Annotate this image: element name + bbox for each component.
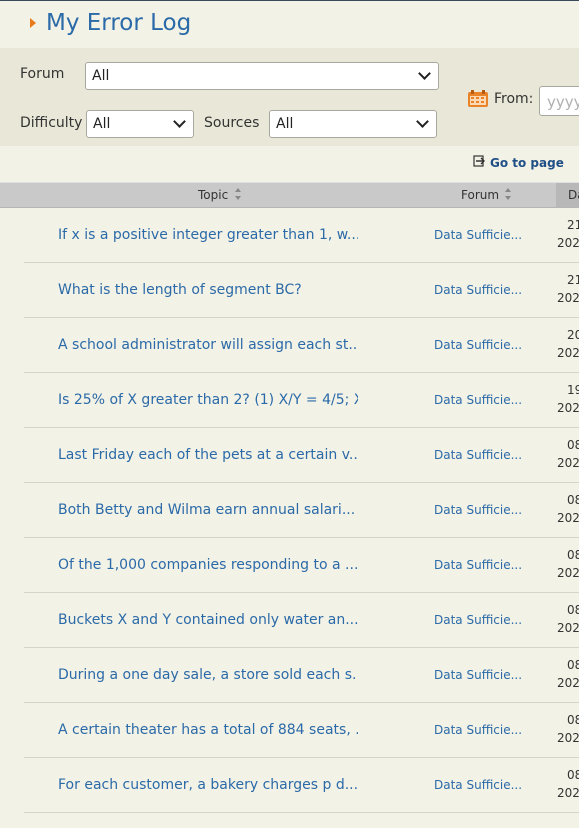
date-day: 21: [567, 273, 579, 287]
row-divider: [24, 812, 579, 813]
date-year: 202: [557, 566, 579, 580]
topic-link[interactable]: Buckets X and Y contained only water an.…: [58, 612, 358, 628]
date-day: 08: [567, 548, 579, 562]
table-row: Of the 1,000 companies responding to a .…: [0, 538, 579, 593]
table-row: What is the length of segment BC? Data S…: [0, 263, 579, 318]
date-year: 202: [557, 346, 579, 360]
difficulty-select-value: All: [93, 116, 111, 132]
forum-link[interactable]: Data Sufficie...: [434, 228, 524, 242]
filter-panel: Forum All Difficulty All Sources All Fro…: [0, 48, 579, 146]
sources-select-value: All: [276, 116, 294, 132]
topic-link[interactable]: Both Betty and Wilma earn annual salari.…: [58, 502, 358, 518]
date-day: 21: [567, 218, 579, 232]
sources-select[interactable]: All: [269, 110, 437, 138]
forum-link[interactable]: Data Sufficie...: [434, 778, 524, 792]
column-date-header-cell[interactable]: Da: [556, 183, 579, 207]
date-day: 19: [567, 383, 579, 397]
from-date-input[interactable]: yyyy: [539, 86, 579, 116]
forum-select-value: All: [92, 68, 110, 84]
topic-link[interactable]: Last Friday each of the pets at a certai…: [58, 447, 358, 463]
topic-link[interactable]: A school administrator will assign each …: [58, 337, 358, 353]
calendar-icon[interactable]: [468, 90, 488, 107]
goto-page-icon[interactable]: [473, 155, 485, 167]
date-day: 08: [567, 768, 579, 782]
table-row: For each customer, a bakery charges p d.…: [0, 758, 579, 813]
topic-link[interactable]: What is the length of segment BC?: [58, 282, 358, 298]
date-year: 202: [557, 786, 579, 800]
table-row: Last Friday each of the pets at a certai…: [0, 428, 579, 483]
column-topic-header[interactable]: Topic: [198, 188, 228, 202]
topic-link[interactable]: Of the 1,000 companies responding to a .…: [58, 557, 358, 573]
topic-link[interactable]: Is 25% of X greater than 2? (1) X/Y = 4/…: [58, 392, 358, 408]
from-label: From:: [494, 91, 534, 107]
date-year: 202: [557, 291, 579, 305]
forum-link[interactable]: Data Sufficie...: [434, 668, 524, 682]
table-row: Buckets X and Y contained only water an.…: [0, 593, 579, 648]
column-date-header: Da: [568, 188, 579, 202]
forum-link[interactable]: Data Sufficie...: [434, 723, 524, 737]
forum-label: Forum: [20, 66, 65, 82]
date-year: 202: [557, 456, 579, 470]
forum-link[interactable]: Data Sufficie...: [434, 503, 524, 517]
column-forum-header[interactable]: Forum: [461, 188, 499, 202]
sources-label: Sources: [204, 115, 260, 131]
date-day: 20: [567, 328, 579, 342]
date-year: 202: [557, 401, 579, 415]
goto-bar: Go to page: [0, 146, 579, 182]
forum-link[interactable]: Data Sufficie...: [434, 448, 524, 462]
forum-link[interactable]: Data Sufficie...: [434, 283, 524, 297]
table-row: Both Betty and Wilma earn annual salari.…: [0, 483, 579, 538]
triangle-right-icon: [30, 18, 36, 28]
date-year: 202: [557, 676, 579, 690]
chevron-down-icon: [416, 115, 429, 128]
table-row: A certain theater has a total of 884 sea…: [0, 703, 579, 758]
page-title: My Error Log: [46, 10, 192, 36]
date-day: 08: [567, 493, 579, 507]
date-year: 202: [557, 731, 579, 745]
date-day: 08: [567, 658, 579, 672]
table-row: Is 25% of X greater than 2? (1) X/Y = 4/…: [0, 373, 579, 428]
sort-icon[interactable]: [235, 188, 241, 201]
table-row: During a one day sale, a store sold each…: [0, 648, 579, 703]
chevron-down-icon: [418, 67, 431, 80]
difficulty-label: Difficulty: [20, 115, 83, 131]
goto-page-link[interactable]: Go to page: [490, 156, 564, 170]
from-date-placeholder: yyyy: [547, 93, 579, 111]
forum-link[interactable]: Data Sufficie...: [434, 393, 524, 407]
topic-link[interactable]: A certain theater has a total of 884 sea…: [58, 722, 358, 738]
table-header: Topic Forum Da: [0, 182, 579, 208]
date-year: 202: [557, 621, 579, 635]
sort-icon[interactable]: [505, 188, 511, 201]
difficulty-select[interactable]: All: [86, 110, 194, 138]
date-year: 202: [557, 511, 579, 525]
date-day: 08: [567, 438, 579, 452]
forum-link[interactable]: Data Sufficie...: [434, 558, 524, 572]
table-row: If x is a positive integer greater than …: [0, 208, 579, 263]
date-day: 08: [567, 603, 579, 617]
date-day: 08: [567, 713, 579, 727]
topic-link[interactable]: During a one day sale, a store sold each…: [58, 667, 358, 683]
date-year: 202: [557, 236, 579, 250]
chevron-down-icon: [173, 115, 186, 128]
forum-link[interactable]: Data Sufficie...: [434, 338, 524, 352]
topic-link[interactable]: For each customer, a bakery charges p d.…: [58, 777, 358, 793]
topic-link[interactable]: If x is a positive integer greater than …: [58, 227, 358, 243]
forum-link[interactable]: Data Sufficie...: [434, 613, 524, 627]
forum-select[interactable]: All: [85, 62, 439, 90]
table-row: A school administrator will assign each …: [0, 318, 579, 373]
page-header: My Error Log: [0, 1, 579, 48]
